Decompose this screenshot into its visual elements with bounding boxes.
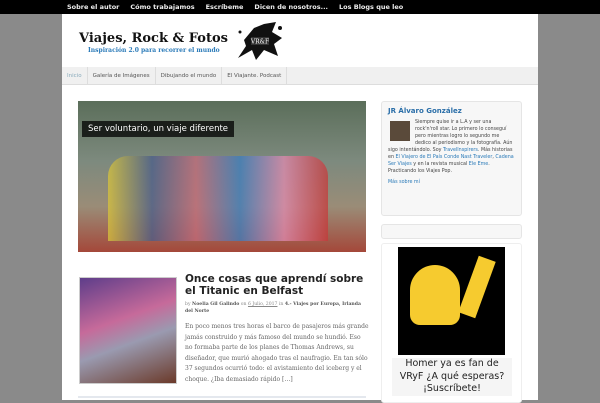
nav-item-dibujando[interactable]: Dibujando el mundo <box>156 67 223 84</box>
main-nav: Inicio Galería de Imágenes Dibujando el … <box>62 67 538 85</box>
top-menu-item[interactable]: Escríbeme <box>206 3 244 11</box>
post-thumbnail[interactable] <box>79 277 177 384</box>
featured-slider[interactable]: Ser voluntario, un viaje diferente <box>78 101 366 252</box>
featured-image <box>108 156 328 241</box>
page-container: Viajes, Rock & Fotos Inspiración 2.0 par… <box>62 14 538 403</box>
post-date[interactable]: 6 Julio, 2017 <box>248 302 278 307</box>
featured-caption[interactable]: Ser voluntario, un viaje diferente <box>82 121 235 137</box>
empty-widget <box>381 224 522 239</box>
site-title[interactable]: Viajes, Rock & Fotos <box>79 31 228 46</box>
nav-item-inicio[interactable]: Inicio <box>62 67 88 84</box>
svg-text:VR&F: VR&F <box>250 39 269 46</box>
divider <box>78 396 366 398</box>
nav-item-galeria[interactable]: Galería de Imágenes <box>88 67 156 84</box>
link[interactable]: TravelInspirers <box>443 148 478 153</box>
subscribe-widget: Homer ya es fan de VRyF ¿A qué esperas? … <box>381 243 522 403</box>
link[interactable]: Conde Nast Traveler <box>444 155 492 160</box>
top-menu-item[interactable]: Sobre el autor <box>67 3 119 11</box>
top-menu-item[interactable]: Cómo trabajamos <box>130 3 194 11</box>
top-menu-item[interactable]: Dicen de nosotros... <box>254 3 328 11</box>
subscribe-caption[interactable]: Homer ya es fan de VRyF ¿A qué esperas? … <box>392 358 512 396</box>
top-menu-item[interactable]: Los Blogs que leo <box>339 3 403 11</box>
author-avatar <box>390 121 410 141</box>
more-about-link[interactable]: Más sobre mí <box>388 180 515 185</box>
post-excerpt: En poco menos tres horas el barco de pas… <box>185 323 369 383</box>
post-title[interactable]: Once cosas que aprendí sobre el Titanic … <box>185 273 365 297</box>
link[interactable]: El Viajero de El País <box>396 155 443 160</box>
top-menu: Sobre el autor Cómo trabajamos Escríbeme… <box>0 0 600 14</box>
post-author[interactable]: Noelia Gil Galindo <box>192 302 239 307</box>
link[interactable]: Ele Eme <box>469 162 489 167</box>
site-tagline: Inspiración 2.0 para recorrer el mundo <box>88 47 220 54</box>
nav-item-podcast[interactable]: El Viajante. Podcast <box>222 67 288 84</box>
about-widget: JR Álvaro González Siempre quise ir a L.… <box>381 101 522 216</box>
homer-image[interactable] <box>398 247 505 355</box>
post-meta: by Noelia Gil Galindo on 6 Julio, 2017 i… <box>185 302 361 314</box>
about-title[interactable]: JR Álvaro González <box>388 107 515 115</box>
logo-splash-icon[interactable]: VR&F <box>234 20 286 64</box>
